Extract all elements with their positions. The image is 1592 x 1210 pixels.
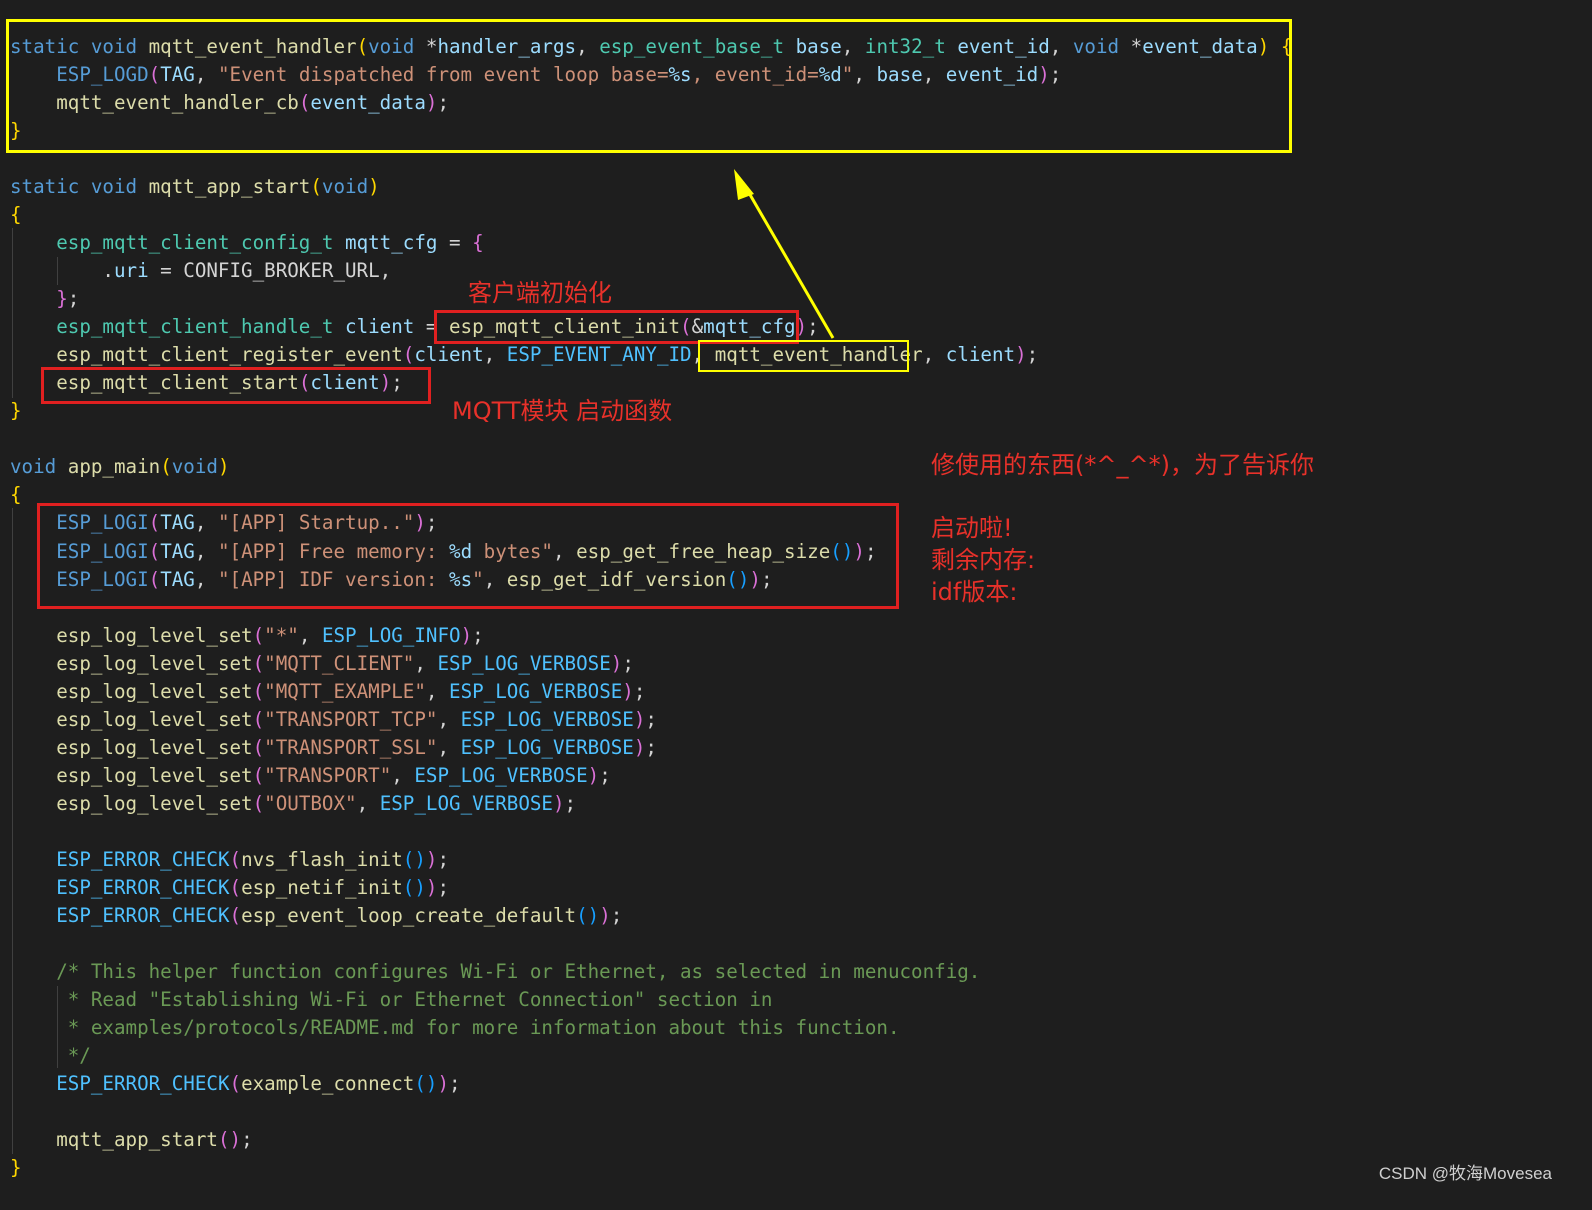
annotation-start-fn: MQTT模块 启动函数 (452, 397, 673, 425)
annotation-log-note: 启动啦! (931, 514, 1013, 542)
annotation-log-note: 剩余内存: (931, 546, 1036, 574)
annotation-log-note: idf版本: (931, 578, 1018, 606)
annotation-client-init: 客户端初始化 (468, 279, 612, 307)
annotation-log-note: 修使用的东西(*^_^*)，为了告诉你 (931, 451, 1314, 479)
annotation-arrow (734, 169, 835, 339)
watermark: CSDN @牧海Movesea (1378, 1164, 1552, 1183)
